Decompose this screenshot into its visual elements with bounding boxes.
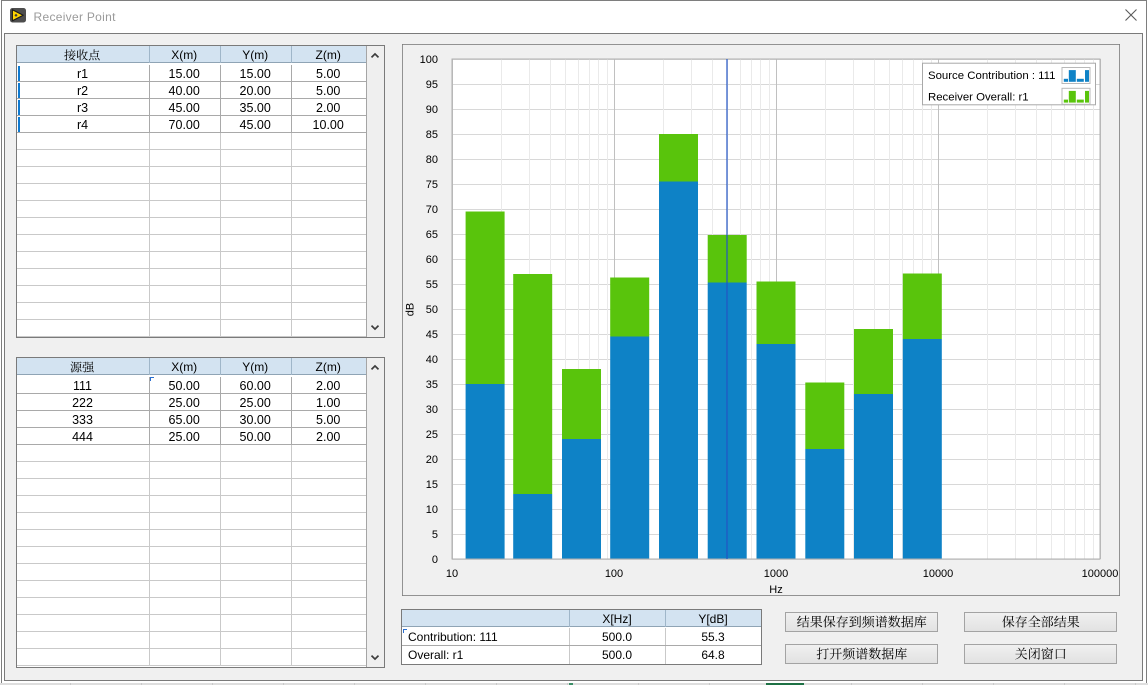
svg-text:10: 10 bbox=[446, 568, 458, 580]
svg-text:100: 100 bbox=[605, 568, 623, 580]
svg-text:80: 80 bbox=[426, 154, 438, 166]
svg-text:95: 95 bbox=[426, 79, 438, 91]
svg-text:10: 10 bbox=[426, 504, 438, 516]
svg-text:Hz: Hz bbox=[769, 584, 782, 596]
svg-text:70: 70 bbox=[426, 204, 438, 216]
svg-text:0: 0 bbox=[432, 554, 438, 566]
svg-text:1000: 1000 bbox=[764, 568, 788, 580]
svg-text:25: 25 bbox=[426, 429, 438, 441]
svg-text:90: 90 bbox=[426, 104, 438, 116]
svg-text:Source Contribution : 111: Source Contribution : 111 bbox=[928, 70, 1055, 82]
svg-text:50: 50 bbox=[426, 304, 438, 316]
svg-text:20: 20 bbox=[426, 454, 438, 466]
svg-text:10000: 10000 bbox=[923, 568, 954, 580]
svg-text:15: 15 bbox=[426, 479, 438, 491]
svg-text:dB: dB bbox=[405, 303, 417, 316]
svg-text:Receiver Overall: r1: Receiver Overall: r1 bbox=[928, 92, 1029, 104]
svg-text:55: 55 bbox=[426, 279, 438, 291]
svg-text:65: 65 bbox=[426, 229, 438, 241]
svg-text:75: 75 bbox=[426, 179, 438, 191]
svg-text:30: 30 bbox=[426, 404, 438, 416]
svg-text:100: 100 bbox=[420, 54, 438, 66]
svg-text:40: 40 bbox=[426, 354, 438, 366]
svg-text:45: 45 bbox=[426, 329, 438, 341]
svg-text:35: 35 bbox=[426, 379, 438, 391]
svg-text:100000: 100000 bbox=[1082, 568, 1119, 580]
svg-text:85: 85 bbox=[426, 129, 438, 141]
svg-text:5: 5 bbox=[432, 529, 438, 541]
svg-text:60: 60 bbox=[426, 254, 438, 266]
